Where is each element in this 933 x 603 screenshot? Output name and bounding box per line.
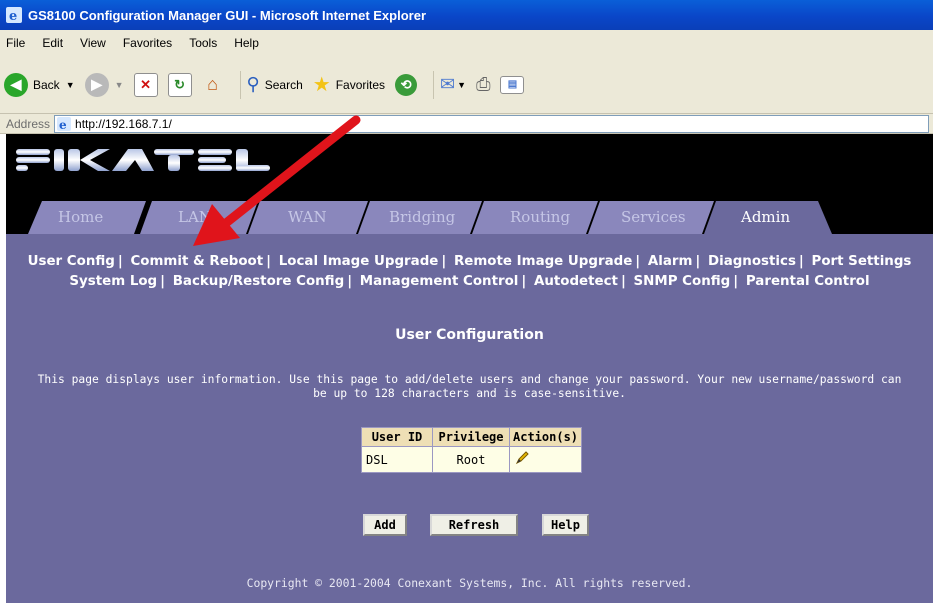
menu-view[interactable]: View [80, 36, 106, 50]
edit-page-button[interactable]: ▤ [500, 75, 525, 94]
print-button[interactable]: ⎙ [476, 74, 490, 95]
link-local-image-upgrade[interactable]: Local Image Upgrade [279, 254, 439, 269]
link-management-control[interactable]: Management Control [360, 274, 519, 289]
link-commit-reboot[interactable]: Commit & Reboot [130, 254, 263, 269]
table-row: DSL Root [361, 446, 583, 473]
address-input[interactable]: e http://192.168.7.1/ [54, 114, 929, 133]
description-line-1: This page displays user information. Use… [37, 373, 902, 386]
search-icon: ⚲ [246, 74, 260, 94]
favorites-star-icon: ★ [312, 74, 331, 96]
tab-home-label[interactable]: Home [58, 208, 103, 226]
stop-icon: ✕ [133, 72, 158, 97]
edit-page-icon: ▤ [500, 75, 525, 94]
page-content: Home LAN WAN Bridging Routing Services A… [0, 134, 933, 603]
column-header-actions: Action(s) [508, 427, 583, 447]
stop-button[interactable]: ✕ [133, 72, 158, 97]
ie-logo-icon: e [6, 7, 22, 23]
link-remote-image-upgrade[interactable]: Remote Image Upgrade [454, 254, 632, 269]
link-diagnostics[interactable]: Diagnostics [708, 254, 796, 269]
history-button[interactable]: ⟲ [395, 73, 418, 96]
menu-file[interactable]: File [6, 36, 25, 50]
window-title: GS8100 Configuration Manager GUI - Micro… [28, 7, 427, 23]
help-button[interactable]: Help [542, 514, 589, 536]
address-bar: Address e http://192.168.7.1/ [0, 114, 933, 134]
address-label: Address [6, 116, 51, 131]
column-header-privilege: Privilege [432, 427, 510, 447]
menu-tools[interactable]: Tools [189, 36, 217, 50]
address-url: http://192.168.7.1/ [75, 116, 172, 131]
pencil-edit-icon[interactable] [514, 450, 530, 466]
search-label: Search [264, 77, 303, 92]
cell-actions [508, 446, 583, 473]
user-table: User ID Privilege Action(s) DSL Root [361, 427, 583, 473]
menu-bar: File Edit View Favorites Tools Help [0, 30, 933, 56]
back-button[interactable]: ◀ Back ▼ [4, 72, 75, 97]
cell-user-id: DSL [361, 446, 433, 473]
link-autodetect[interactable]: Autodetect [534, 274, 618, 289]
add-button[interactable]: Add [363, 514, 407, 536]
forward-dropdown-icon[interactable]: ▼ [115, 80, 124, 90]
back-dropdown-icon[interactable]: ▼ [66, 80, 75, 90]
search-button[interactable]: ⚲ Search [247, 74, 303, 95]
admin-panel: User Config | Commit & Reboot | Local Imag… [6, 234, 933, 603]
page-title: User Configuration [395, 327, 544, 343]
table-header-row: User ID Privilege Action(s) [361, 427, 583, 447]
page-description: This page displays user information. Use… [6, 373, 933, 401]
column-header-user-id: User ID [361, 427, 433, 447]
window-titlebar: e GS8100 Configuration Manager GUI - Mic… [0, 0, 933, 30]
link-parental-control[interactable]: Parental Control [746, 274, 870, 289]
toolbar-separator [239, 70, 241, 99]
favorites-label: Favorites [335, 77, 386, 92]
refresh-browser-button[interactable]: ↻ [167, 72, 192, 97]
menu-favorites[interactable]: Favorites [123, 36, 172, 50]
back-label: Back [33, 77, 60, 92]
mail-dropdown-icon[interactable]: ▼ [457, 80, 466, 90]
tab-wan-label[interactable]: WAN [288, 208, 327, 226]
admin-links-row-2: System Log | Backup/Restore Config | Manag… [69, 274, 870, 289]
tab-lan-label[interactable]: LAN [178, 208, 212, 226]
banner-spacer [6, 184, 933, 197]
admin-sub-nav: User Config | Commit & Reboot | Local Imag… [6, 252, 933, 292]
history-icon: ⟲ [395, 73, 418, 96]
svg-text:e: e [59, 118, 67, 131]
favorites-button[interactable]: ★ Favorites [313, 72, 385, 97]
tab-services-label[interactable]: Services [621, 208, 686, 226]
link-snmp-config[interactable]: SNMP Config [634, 274, 731, 289]
tab-admin-label[interactable]: Admin [741, 208, 790, 226]
mail-button[interactable]: ✉ ▼ [440, 74, 466, 95]
forward-button[interactable]: ▶ ▼ [84, 72, 124, 97]
link-user-config[interactable]: User Config [28, 254, 115, 269]
page-icon: e [57, 116, 72, 131]
toolbar-separator [433, 70, 435, 99]
main-tabs: Home LAN WAN Bridging Routing Services A… [6, 197, 933, 234]
pikatel-banner [6, 134, 933, 184]
tab-bridging-label[interactable]: Bridging [389, 208, 455, 226]
tab-shapes [28, 201, 832, 234]
home-icon: ⌂ [207, 74, 218, 94]
browser-toolbar: ◀ Back ▼ ▶ ▼ ✕ ↻ ⌂ ⚲ Search ★ Favorites … [0, 56, 933, 114]
forward-arrow-icon: ▶ [84, 72, 109, 97]
refresh-icon: ↻ [167, 72, 192, 97]
admin-links-row-1: User Config | Commit & Reboot | Local Imag… [27, 254, 912, 269]
cell-privilege: Root [432, 446, 510, 473]
menu-help[interactable]: Help [234, 36, 259, 50]
tab-routing-label[interactable]: Routing [510, 208, 570, 226]
description-line-2: be up to 128 characters and is case-sens… [313, 387, 626, 400]
menu-edit[interactable]: Edit [42, 36, 63, 50]
back-arrow-icon: ◀ [4, 72, 28, 97]
link-system-log[interactable]: System Log [69, 274, 157, 289]
pikatel-logo [16, 149, 270, 171]
home-button[interactable]: ⌂ [202, 74, 224, 96]
link-port-settings[interactable]: Port Settings [812, 254, 912, 269]
svg-text:e: e [9, 9, 17, 23]
link-backup-restore-config[interactable]: Backup/Restore Config [173, 274, 344, 289]
link-alarm[interactable]: Alarm [648, 254, 693, 269]
copyright-footer: Copyright © 2001-2004 Conexant Systems, … [246, 576, 693, 590]
mail-icon: ✉ [440, 74, 456, 94]
print-icon: ⎙ [476, 74, 491, 94]
refresh-button[interactable]: Refresh [430, 514, 518, 536]
